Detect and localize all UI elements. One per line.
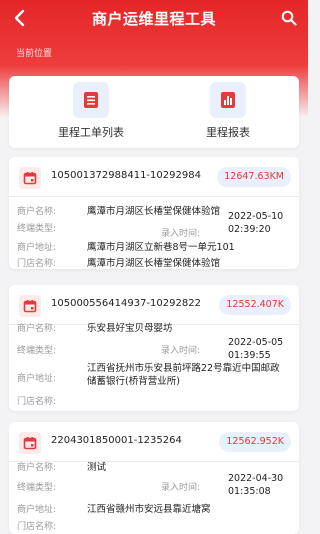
calendar-icon bbox=[19, 167, 41, 189]
order-id: 2204301850001-1235264 bbox=[51, 435, 182, 446]
merchant-address-label: 商户地址: bbox=[17, 243, 57, 253]
record-time-value: 2022-05-05 01:39:55 bbox=[228, 337, 284, 361]
list-icon bbox=[73, 82, 109, 118]
merchant-name-value: 鹰潭市月湖区长椿堂保健体验馆 bbox=[87, 206, 221, 217]
record-card[interactable]: 105001372988411-10292984 12647.63KM 商户名称… bbox=[9, 157, 299, 269]
search-button[interactable] bbox=[276, 4, 302, 32]
mileage-report-entry[interactable]: 里程报表 bbox=[168, 82, 288, 144]
merchant-address-value: 江西省赣州市安远县靠近塘窝 bbox=[87, 504, 211, 515]
merchant-address-label: 商户地址: bbox=[17, 374, 57, 384]
record-card[interactable]: 105000556414937-10292822 12552.407K 商户名称… bbox=[9, 285, 299, 411]
order-id: 105001372988411-10292984 bbox=[51, 170, 201, 181]
calendar-icon bbox=[19, 432, 41, 454]
search-icon bbox=[281, 10, 297, 26]
order-id: 105000556414937-10292822 bbox=[51, 298, 201, 309]
entry-label: 里程工单列表 bbox=[58, 126, 124, 139]
merchant-address-value: 江西省抚州市乐安县前坪路22号靠近中国邮政储蓄银行(桥背营业所) bbox=[87, 363, 280, 387]
bar-chart-icon bbox=[210, 82, 246, 118]
record-card[interactable]: 2204301850001-1235264 12562.952K 商户名称: 测… bbox=[9, 422, 299, 534]
mileage-order-list-entry[interactable]: 里程工单列表 bbox=[31, 82, 151, 144]
terminal-type-label: 终端类型: bbox=[17, 483, 57, 493]
merchant-address-label: 商户地址: bbox=[17, 505, 57, 515]
record-header: 2204301850001-1235264 12562.952K bbox=[9, 422, 299, 462]
merchant-name-value: 乐安县好宝贝母婴坊 bbox=[87, 323, 173, 334]
store-name-label: 门店名称: bbox=[17, 522, 57, 532]
merchant-name-label: 商户名称: bbox=[17, 207, 57, 217]
distance-badge: 12562.952K bbox=[219, 432, 291, 452]
back-button[interactable] bbox=[6, 4, 32, 32]
record-header: 105001372988411-10292984 12647.63KM bbox=[9, 157, 299, 197]
chevron-left-icon bbox=[14, 9, 25, 27]
store-name-value: 鹰潭市月湖区长椿堂保健体验馆 bbox=[87, 258, 221, 269]
distance-badge: 12647.63KM bbox=[217, 167, 291, 187]
merchant-name-label: 商户名称: bbox=[17, 324, 57, 334]
record-header: 105000556414937-10292822 12552.407K bbox=[9, 285, 299, 325]
current-location-label: 当前位置 bbox=[16, 49, 53, 59]
entry-label: 里程报表 bbox=[206, 126, 250, 139]
calendar-icon bbox=[19, 295, 41, 317]
merchant-address-value: 鹰潭市月湖区立新巷8号一单元101 bbox=[87, 242, 235, 253]
store-name-label: 门店名称: bbox=[17, 397, 57, 407]
terminal-type-label: 终端类型: bbox=[17, 346, 57, 356]
terminal-type-label: 终端类型: bbox=[17, 224, 57, 234]
store-name-label: 门店名称: bbox=[17, 259, 57, 269]
merchant-name-value: 测试 bbox=[87, 462, 107, 473]
record-time-label: 录入时间: bbox=[161, 229, 201, 239]
record-time-value: 2022-05-10 02:39:20 bbox=[228, 211, 284, 235]
merchant-name-label: 商户名称: bbox=[17, 463, 57, 473]
record-time-label: 录入时间: bbox=[161, 346, 201, 356]
top-bar: 商户运维里程工具 bbox=[0, 0, 308, 36]
quick-entry-card: 里程工单列表 里程报表 bbox=[9, 76, 299, 148]
record-time-value: 2022-04-30 01:35:08 bbox=[228, 473, 284, 497]
distance-badge: 12552.407K bbox=[219, 295, 291, 315]
page-title: 商户运维里程工具 bbox=[91, 9, 216, 28]
record-time-label: 录入时间: bbox=[161, 483, 201, 493]
